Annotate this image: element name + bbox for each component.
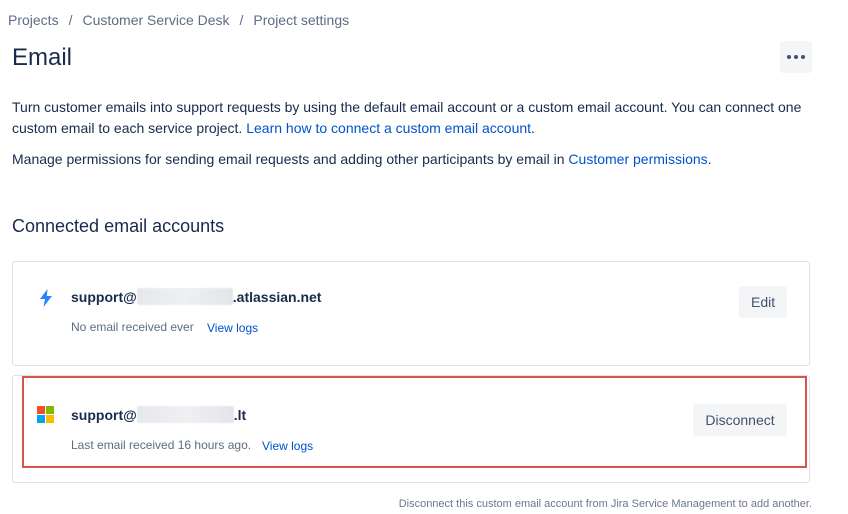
email-suffix: .lt xyxy=(233,406,247,423)
breadcrumb-separator: / xyxy=(68,12,73,28)
lightning-bolt-icon xyxy=(38,289,54,312)
breadcrumb-customer-service-desk[interactable]: Customer Service Desk xyxy=(82,12,229,28)
breadcrumb-projects[interactable]: Projects xyxy=(8,12,59,28)
breadcrumb: Projects / Customer Service Desk / Proje… xyxy=(8,12,349,28)
connected-accounts-heading: Connected email accounts xyxy=(12,216,225,236)
customer-permissions-link[interactable]: Customer permissions xyxy=(568,151,707,167)
permissions-text: Manage permissions for sending email req… xyxy=(12,151,569,167)
page-title: Email xyxy=(12,44,73,71)
disconnect-footnote: Disconnect this custom email account fro… xyxy=(398,498,812,510)
redacted-domain xyxy=(136,288,233,305)
breadcrumb-separator: / xyxy=(239,12,244,28)
email-account-card-atlassian xyxy=(12,261,810,366)
email-account-card-microsoft xyxy=(12,375,810,483)
edit-button[interactable]: Edit xyxy=(739,286,787,318)
account-email: support@ .lt xyxy=(71,406,246,423)
email-suffix: .atlassian.net xyxy=(232,288,322,305)
account-email: support@ .atlassian.net xyxy=(71,288,321,305)
description-period: . xyxy=(531,120,535,136)
learn-custom-email-link[interactable]: Learn how to connect a custom email acco… xyxy=(246,120,531,136)
account-status: Last email received 16 hours ago. xyxy=(71,438,252,452)
redacted-domain xyxy=(136,406,234,423)
view-logs-link[interactable]: View logs xyxy=(207,321,258,335)
breadcrumb-project-settings[interactable]: Project settings xyxy=(253,12,349,28)
more-actions-button[interactable] xyxy=(780,41,812,73)
disconnect-button[interactable]: Disconnect xyxy=(693,404,787,436)
email-description: Turn customer emails into support reques… xyxy=(12,97,812,139)
permissions-period: . xyxy=(707,151,712,167)
more-horizontal-icon xyxy=(786,55,807,59)
permissions-description: Manage permissions for sending email req… xyxy=(12,149,812,170)
microsoft-logo-icon xyxy=(37,406,54,423)
email-prefix: support@ xyxy=(71,288,137,305)
view-logs-link[interactable]: View logs xyxy=(262,439,313,453)
email-prefix: support@ xyxy=(71,406,137,423)
account-status: No email received ever xyxy=(71,320,194,334)
